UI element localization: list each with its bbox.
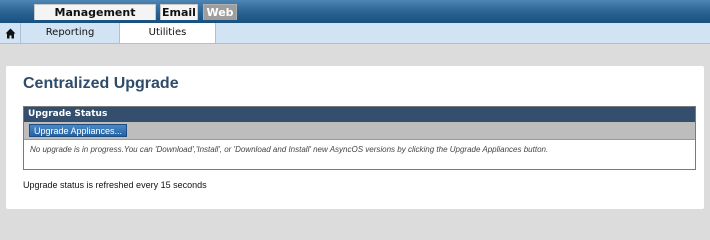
refresh-note: Upgrade status is refreshed every 15 sec… <box>23 180 207 190</box>
upgrade-status-header: Upgrade Status <box>24 107 695 122</box>
secondary-nav: Reporting Utilities <box>0 23 710 44</box>
top-bar: Management Appliance Email Web <box>0 0 710 35</box>
upgrade-status-box: Upgrade Status Upgrade Appliances... No … <box>23 106 696 170</box>
tab-management-appliance[interactable]: Management Appliance <box>34 4 156 35</box>
home-icon <box>5 28 15 38</box>
upgrade-status-toolbar: Upgrade Appliances... <box>24 122 695 140</box>
tab-web[interactable]: Web <box>203 4 237 20</box>
upgrade-appliances-button[interactable]: Upgrade Appliances... <box>29 124 128 137</box>
nav-item-utilities[interactable]: Utilities <box>120 23 216 43</box>
page-title: Centralized Upgrade <box>23 75 179 92</box>
tab-email[interactable]: Email <box>160 4 198 20</box>
home-button[interactable] <box>0 23 21 43</box>
nav-item-reporting[interactable]: Reporting <box>21 23 120 43</box>
main-panel: Centralized Upgrade Upgrade Status Upgra… <box>6 66 704 209</box>
upgrade-status-message: No upgrade is in progress.You can 'Downl… <box>30 145 549 154</box>
